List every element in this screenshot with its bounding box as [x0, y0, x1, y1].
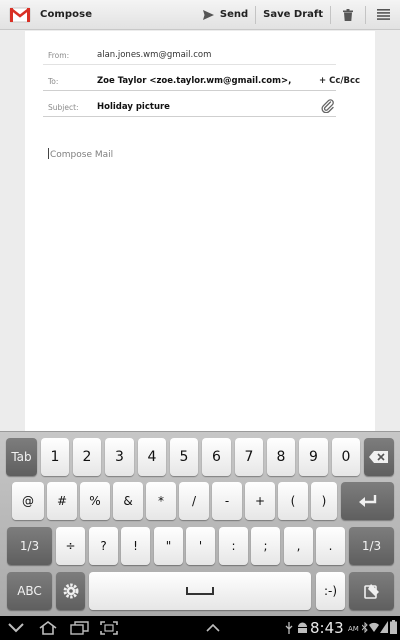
screenshot-button[interactable]	[100, 621, 118, 635]
key-period[interactable]: .	[316, 527, 345, 565]
usb-icon	[285, 622, 293, 634]
key-7[interactable]: 7	[235, 438, 263, 476]
key-space[interactable]	[89, 572, 311, 610]
key-4[interactable]: 4	[138, 438, 166, 476]
from-label: From:	[48, 51, 70, 60]
subject-field[interactable]: Subject: Holiday picture	[43, 97, 336, 117]
cc-bcc-button[interactable]: + Cc/Bcc	[319, 76, 360, 86]
from-value: alan.jones.wm@gmail.com	[97, 50, 212, 60]
key-tab[interactable]: Tab	[6, 438, 37, 476]
key-page-shift-right[interactable]: 1/3	[349, 527, 394, 565]
save-draft-label: Save Draft	[263, 9, 323, 20]
key-slash[interactable]: /	[179, 482, 209, 520]
android-status	[297, 622, 308, 634]
send-label: Send	[219, 9, 249, 20]
back-icon	[8, 623, 24, 633]
paperclip-icon	[321, 99, 334, 114]
key-abc[interactable]: ABC	[7, 572, 52, 610]
key-hash[interactable]: #	[47, 482, 77, 520]
android-icon	[298, 622, 307, 633]
signal-status	[380, 621, 388, 633]
overflow-menu-button[interactable]	[366, 0, 400, 30]
key-1[interactable]: 1	[41, 438, 69, 476]
attach-button[interactable]	[321, 98, 335, 117]
key-clipboard[interactable]	[349, 572, 394, 610]
wifi-status	[369, 622, 379, 632]
recent-apps-button[interactable]	[70, 621, 90, 635]
home-icon	[39, 621, 57, 635]
key-divide[interactable]: ÷	[56, 527, 85, 565]
key-semicolon[interactable]: ;	[251, 527, 280, 565]
screenshot-icon	[100, 621, 118, 635]
save-draft-button[interactable]: Save Draft	[256, 0, 330, 30]
system-bar: 8:43 AM	[0, 616, 400, 640]
to-label: To:	[48, 77, 59, 86]
key-enter[interactable]	[341, 482, 394, 520]
signal-icon	[380, 621, 388, 633]
to-field[interactable]: To: Zoe Taylor <zoe.taylor.wm@gmail.com>…	[43, 71, 336, 91]
wifi-icon	[369, 622, 379, 632]
bluetooth-icon	[362, 622, 368, 633]
screen-title: Compose	[40, 9, 93, 20]
key-8[interactable]: 8	[267, 438, 295, 476]
menu-icon	[376, 9, 390, 20]
on-screen-keyboard: Tab 1 2 3 4 5 6 7 8 9 0 @ # % & * / - + …	[0, 431, 400, 616]
subject-value: Holiday picture	[97, 102, 170, 112]
key-2[interactable]: 2	[73, 438, 101, 476]
battery-status	[390, 620, 397, 634]
gmail-icon[interactable]	[9, 6, 31, 24]
key-single-quote[interactable]: '	[186, 527, 215, 565]
settings-icon	[63, 583, 78, 599]
recent-apps-icon	[70, 621, 89, 635]
send-icon	[202, 9, 214, 20]
key-ampersand[interactable]: &	[113, 482, 143, 520]
key-5[interactable]: 5	[170, 438, 198, 476]
home-button[interactable]	[38, 621, 58, 635]
subject-label: Subject:	[48, 103, 79, 112]
key-question[interactable]: ?	[89, 527, 118, 565]
backspace-icon	[369, 451, 388, 463]
notification-up-button[interactable]	[206, 624, 220, 632]
key-settings[interactable]	[56, 572, 85, 610]
key-percent[interactable]: %	[80, 482, 110, 520]
key-page-shift-left[interactable]: 1/3	[7, 527, 52, 565]
clipboard-icon	[363, 584, 379, 599]
key-colon[interactable]: :	[219, 527, 248, 565]
key-open-paren[interactable]: (	[278, 482, 308, 520]
key-6[interactable]: 6	[202, 438, 231, 476]
body-placeholder: Compose Mail	[50, 150, 114, 160]
space-icon	[186, 587, 214, 595]
key-double-quote[interactable]: "	[154, 527, 183, 565]
usb-status	[284, 622, 294, 634]
clock-ampm: AM	[348, 625, 359, 633]
discard-button[interactable]	[331, 0, 365, 30]
up-chevron-icon	[206, 624, 220, 632]
key-9[interactable]: 9	[299, 438, 328, 476]
key-0[interactable]: 0	[332, 438, 360, 476]
key-at[interactable]: @	[12, 482, 44, 520]
key-smiley[interactable]: :-)	[316, 572, 345, 610]
to-value: Zoe Taylor <zoe.taylor.wm@gmail.com>,	[97, 76, 292, 86]
battery-icon	[390, 620, 397, 634]
key-asterisk[interactable]: *	[146, 482, 176, 520]
bluetooth-status	[362, 622, 368, 633]
keyboard-hide-button[interactable]	[8, 623, 24, 633]
enter-icon	[358, 495, 376, 507]
key-3[interactable]: 3	[105, 438, 134, 476]
trash-icon	[343, 8, 353, 21]
clock: 8:43	[310, 619, 344, 637]
action-bar: Compose Send Save Draft	[0, 0, 400, 30]
from-field[interactable]: From: alan.jones.wm@gmail.com	[43, 45, 336, 65]
key-exclamation[interactable]: !	[121, 527, 150, 565]
compose-form: From: alan.jones.wm@gmail.com To: Zoe Ta…	[25, 31, 375, 431]
key-minus[interactable]: -	[212, 482, 242, 520]
key-close-paren[interactable]: )	[311, 482, 337, 520]
text-cursor	[48, 148, 49, 159]
key-backspace[interactable]	[364, 438, 394, 476]
body-input[interactable]: Compose Mail	[48, 148, 113, 160]
key-plus[interactable]: +	[245, 482, 275, 520]
key-comma[interactable]: ,	[284, 527, 313, 565]
send-button[interactable]: Send	[196, 0, 255, 30]
